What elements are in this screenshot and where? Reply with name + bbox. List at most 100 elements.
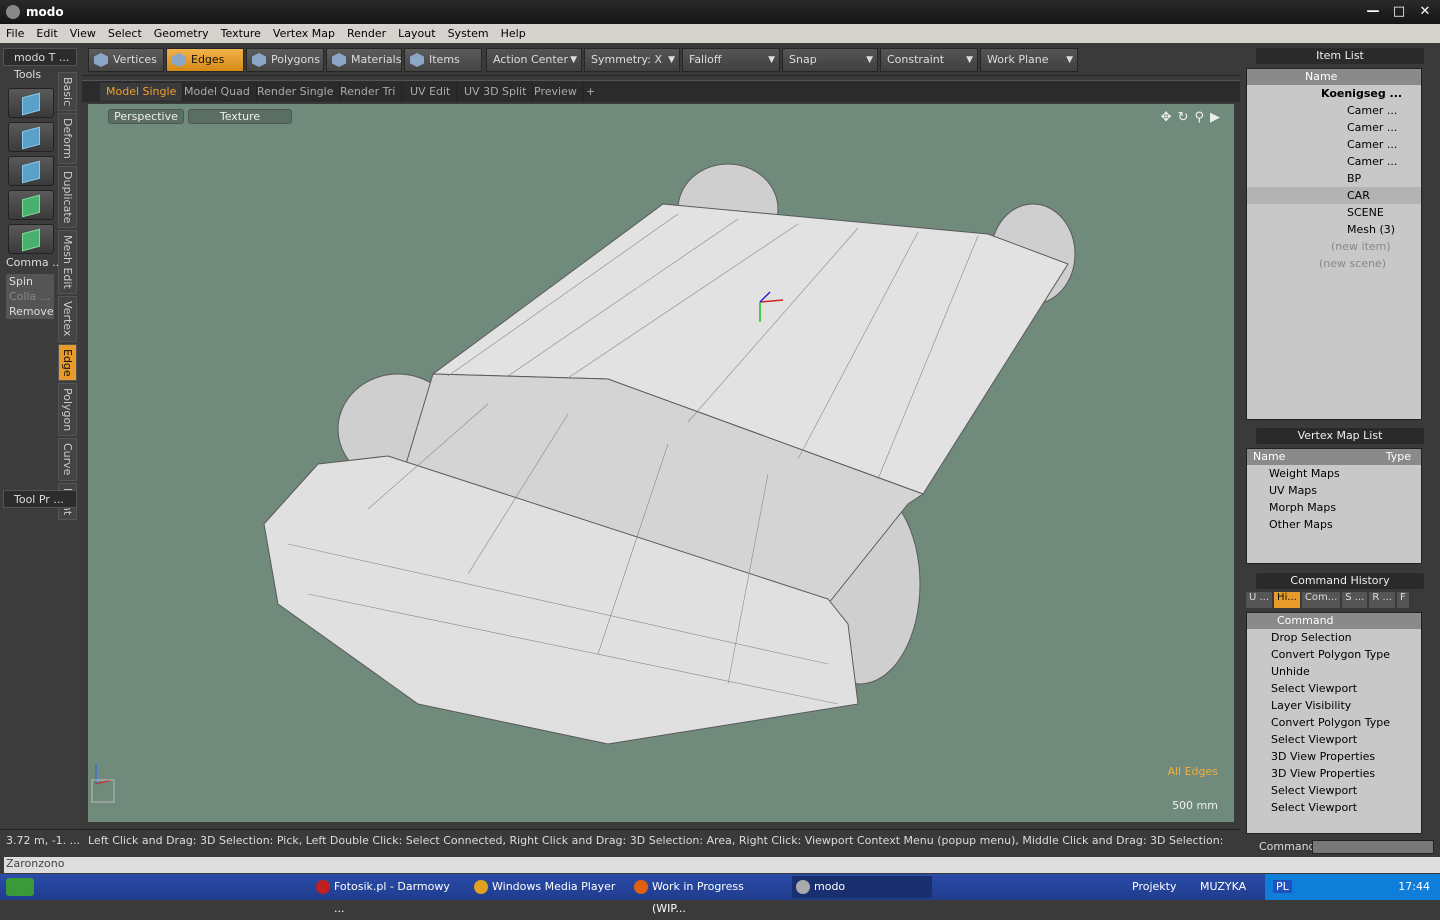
vmap-type-column[interactable]: Type	[1386, 449, 1411, 465]
falloff-dropdown[interactable]: Falloff ▼	[682, 48, 780, 72]
action-center-dropdown[interactable]: Action Center ▼	[486, 48, 582, 72]
history-row[interactable]: Layer Visibility	[1247, 697, 1421, 714]
vmap-row[interactable]: Other Maps	[1247, 516, 1421, 533]
snap-dropdown[interactable]: Snap ▼	[782, 48, 878, 72]
tab-preview[interactable]: Preview	[528, 83, 584, 101]
maximize-button[interactable]: □	[1390, 3, 1408, 20]
collapse-button[interactable]: Colla ...	[6, 289, 54, 304]
vertices-button[interactable]: Vertices	[88, 48, 164, 72]
tool-button-4[interactable]	[8, 190, 54, 220]
item-row[interactable]: Koenigseg ...	[1247, 85, 1421, 102]
menu-vertex-map[interactable]: Vertex Map	[267, 27, 341, 40]
close-button[interactable]: ✕	[1416, 3, 1434, 20]
item-row[interactable]: CAR	[1247, 187, 1421, 204]
tab-basic[interactable]: Basic	[58, 72, 77, 112]
task-fotosik[interactable]: Fotosik.pl - Darmowy ...	[312, 876, 462, 915]
menu-select[interactable]: Select	[102, 27, 148, 40]
tab-curve[interactable]: Curve	[58, 438, 77, 481]
edges-button[interactable]: Edges	[166, 48, 244, 72]
tool-button-2[interactable]	[8, 122, 54, 152]
tab-mesh-edit[interactable]: Mesh Edit	[58, 230, 77, 295]
vmap-name-column[interactable]: Name	[1253, 449, 1285, 465]
vmap-row[interactable]: UV Maps	[1247, 482, 1421, 499]
tab-undo[interactable]: U ...	[1246, 592, 1273, 608]
minimize-button[interactable]: —	[1364, 3, 1382, 20]
item-row[interactable]: Camer ...	[1247, 119, 1421, 136]
materials-button[interactable]: Materials	[326, 48, 402, 72]
tab-polygon[interactable]: Polygon	[58, 383, 77, 437]
tab-commands[interactable]: Com...	[1301, 592, 1341, 608]
menu-texture[interactable]: Texture	[215, 27, 267, 40]
tab-s[interactable]: S ...	[1342, 592, 1368, 608]
polygons-button[interactable]: Polygons	[246, 48, 324, 72]
menu-layout[interactable]: Layout	[392, 27, 441, 40]
tab-render-tri[interactable]: Render Tri	[334, 83, 403, 101]
tab-history[interactable]: Hi...	[1274, 592, 1300, 608]
modo-tab[interactable]: modo T ...	[3, 48, 77, 66]
new-item-row[interactable]: (new item)	[1247, 238, 1421, 255]
items-button[interactable]: Items	[404, 48, 482, 72]
vmap-row[interactable]: Morph Maps	[1247, 499, 1421, 516]
new-scene-row[interactable]: (new scene)	[1247, 255, 1421, 272]
work-plane-dropdown[interactable]: Work Plane ▼	[980, 48, 1078, 72]
tool-button-5[interactable]	[8, 224, 54, 254]
history-row[interactable]: Unhide	[1247, 663, 1421, 680]
3d-viewport[interactable]: Perspective Texture ✥ ↻ ⚲ ▶ All Edges 50…	[88, 104, 1234, 822]
tab-model-quad[interactable]: Model Quad	[178, 83, 257, 101]
add-tab-button[interactable]: +	[580, 83, 601, 101]
tab-uv-edit[interactable]: UV Edit	[404, 83, 458, 101]
history-row[interactable]: Select Viewport	[1247, 731, 1421, 748]
menu-file[interactable]: File	[0, 27, 30, 40]
spin-button[interactable]: Spin	[6, 274, 54, 289]
tab-model-single[interactable]: Model Single	[100, 83, 184, 101]
task-media-player[interactable]: Windows Media Player	[470, 876, 620, 898]
tool-button-1[interactable]	[8, 88, 54, 118]
tool-button-3[interactable]	[8, 156, 54, 186]
history-row[interactable]: 3D View Properties	[1247, 748, 1421, 765]
item-row[interactable]: SCENE	[1247, 204, 1421, 221]
task-modo[interactable]: modo	[792, 876, 932, 898]
vertex-map-list-header[interactable]: Vertex Map List	[1256, 428, 1424, 444]
viewport-menu-arrow-icon[interactable]: ▶	[1210, 110, 1220, 125]
item-row[interactable]: Camer ...	[1247, 102, 1421, 119]
tab-f[interactable]: F	[1397, 592, 1409, 608]
history-row[interactable]: Convert Polygon Type	[1247, 646, 1421, 663]
history-row[interactable]: Select Viewport	[1247, 799, 1421, 816]
tab-edge[interactable]: Edge	[58, 343, 77, 382]
menu-render[interactable]: Render	[341, 27, 392, 40]
start-button[interactable]	[6, 878, 34, 896]
zoom-icon[interactable]: ⚲	[1194, 110, 1204, 125]
item-list-header[interactable]: Item List	[1256, 48, 1424, 64]
item-row[interactable]: Camer ...	[1247, 136, 1421, 153]
history-row[interactable]: Convert Polygon Type	[1247, 714, 1421, 731]
tab-duplicate[interactable]: Duplicate	[58, 166, 77, 229]
tab-uv-3d-split[interactable]: UV 3D Split	[458, 83, 534, 101]
vmap-row[interactable]: Weight Maps	[1247, 465, 1421, 482]
toolbar-projekty[interactable]: Projekty	[1132, 880, 1176, 893]
menu-geometry[interactable]: Geometry	[148, 27, 215, 40]
remove-button[interactable]: Remove	[6, 304, 54, 319]
history-row[interactable]: Drop Selection	[1247, 629, 1421, 646]
rotate-icon[interactable]: ↻	[1178, 110, 1189, 125]
item-row[interactable]: Mesh (3)	[1247, 221, 1421, 238]
history-row[interactable]: Select Viewport	[1247, 680, 1421, 697]
toolbar-muzyka[interactable]: MUZYKA	[1200, 880, 1246, 893]
menu-edit[interactable]: Edit	[30, 27, 63, 40]
task-firefox[interactable]: Work in Progress (WIP...	[630, 876, 780, 915]
menu-view[interactable]: View	[64, 27, 102, 40]
symmetry-dropdown[interactable]: Symmetry: X ▼	[584, 48, 680, 72]
tab-r[interactable]: R ...	[1369, 592, 1396, 608]
command-history-header[interactable]: Command History	[1256, 573, 1424, 589]
menu-help[interactable]: Help	[495, 27, 532, 40]
menu-system[interactable]: System	[442, 27, 495, 40]
history-row[interactable]: Select Viewport	[1247, 782, 1421, 799]
tab-deform[interactable]: Deform	[58, 113, 77, 165]
command-input[interactable]	[1312, 840, 1434, 854]
pan-icon[interactable]: ✥	[1161, 110, 1172, 125]
tab-vertex[interactable]: Vertex	[58, 296, 77, 342]
item-list-name-column[interactable]: Name	[1247, 69, 1421, 85]
item-row[interactable]: BP	[1247, 170, 1421, 187]
tab-render-single[interactable]: Render Single	[251, 83, 341, 101]
item-row[interactable]: Camer ...	[1247, 153, 1421, 170]
history-row[interactable]: 3D View Properties	[1247, 765, 1421, 782]
